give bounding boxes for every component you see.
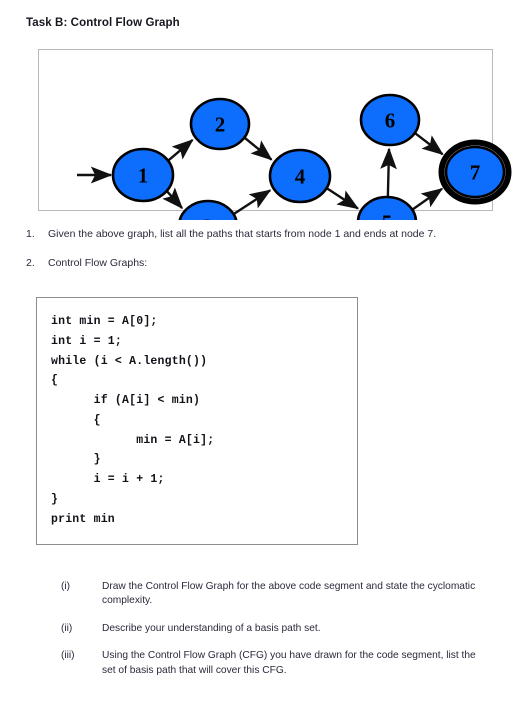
list-marker: 1. bbox=[26, 228, 35, 240]
graph-edge-2-to-4 bbox=[244, 137, 273, 161]
list-text: Describe your understanding of a basis p… bbox=[102, 622, 321, 634]
list-item: (iii) Using the Control Flow Graph (CFG)… bbox=[61, 649, 481, 678]
graph-node-6[interactable]: 6 bbox=[359, 93, 421, 147]
list-text: Given the above graph, list all the path… bbox=[48, 228, 437, 240]
graph-edge-5-to-6 bbox=[380, 147, 397, 197]
list-text: Draw the Control Flow Graph for the abov… bbox=[102, 581, 476, 607]
graph-node-3[interactable]: 3 bbox=[178, 199, 238, 221]
list-text: Using the Control Flow Graph (CFG) you h… bbox=[102, 650, 476, 676]
graph-node-label-3: 3 bbox=[203, 215, 214, 221]
question-list: 1. Given the above graph, list all the p… bbox=[26, 227, 506, 271]
graph-node-4[interactable]: 4 bbox=[268, 148, 332, 204]
graph-figure-box: 1 2 3 4 5 6 7 bbox=[38, 49, 512, 220]
list-text: Control Flow Graphs: bbox=[48, 257, 148, 270]
graph-edge-6-to-7 bbox=[414, 132, 444, 156]
graph-node-label-4: 4 bbox=[295, 165, 306, 189]
graph-node-1[interactable]: 1 bbox=[111, 147, 175, 203]
graph-node-5[interactable]: 5 bbox=[356, 195, 418, 221]
graph-edge-1-to-2 bbox=[168, 139, 194, 162]
worksheet-page: Task B: Control Flow Graph 1 2 3 4 5 6 7 1. Gi… bbox=[0, 0, 530, 711]
graph-node-label-1: 1 bbox=[138, 164, 149, 188]
page-title: Task B: Control Flow Graph bbox=[26, 17, 180, 29]
graph-node-7[interactable]: 7 bbox=[438, 139, 512, 205]
graph-edge-5-to-7 bbox=[412, 187, 444, 211]
list-marker: 2. bbox=[26, 257, 35, 270]
graph-edge-3-to-4 bbox=[233, 189, 272, 215]
list-item: 2. Control Flow Graphs: bbox=[26, 256, 506, 271]
list-item: (i) Draw the Control Flow Graph for the … bbox=[61, 580, 481, 609]
graph-node-2[interactable]: 2 bbox=[189, 97, 251, 151]
code-block: int min = A[0]; int i = 1; while (i < A.… bbox=[36, 297, 358, 545]
list-item: (ii) Describe your understanding of a ba… bbox=[61, 622, 481, 636]
code-text: int min = A[0]; int i = 1; while (i < A.… bbox=[51, 315, 215, 526]
graph-node-label-6: 6 bbox=[385, 109, 396, 133]
graph-edge-1-to-3 bbox=[162, 187, 183, 210]
list-item: 1. Given the above graph, list all the p… bbox=[26, 227, 506, 242]
control-flow-graph-svg: 1 2 3 4 5 6 7 bbox=[77, 93, 512, 221]
graph-edge-4-to-5 bbox=[326, 187, 360, 210]
list-marker: (i) bbox=[61, 581, 71, 592]
graph-node-label-5: 5 bbox=[382, 211, 393, 221]
subquestion-list: (i) Draw the Control Flow Graph for the … bbox=[61, 580, 481, 678]
graph-node-label-7: 7 bbox=[470, 161, 481, 185]
list-marker: (iii) bbox=[61, 650, 75, 662]
graph-node-label-2: 2 bbox=[215, 113, 226, 137]
list-marker: (ii) bbox=[61, 622, 73, 634]
